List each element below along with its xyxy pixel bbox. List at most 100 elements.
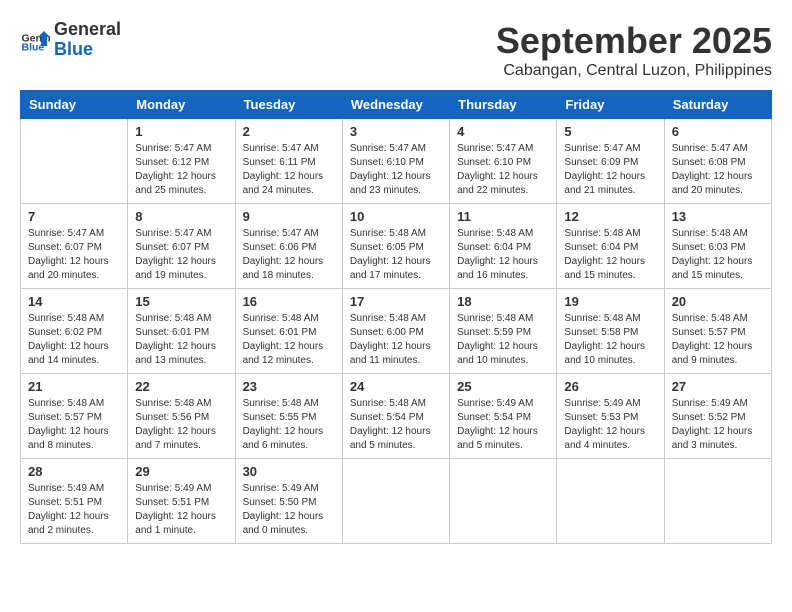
calendar-cell: 6 Sunrise: 5:47 AM Sunset: 6:08 PM Daylig… bbox=[664, 119, 771, 204]
day-content: Sunrise: 5:49 AM Sunset: 5:54 PM Dayligh… bbox=[457, 397, 549, 453]
weekday-header-saturday: Saturday bbox=[664, 91, 771, 119]
weekday-header-thursday: Thursday bbox=[450, 91, 557, 119]
calendar-week-2: 7 Sunrise: 5:47 AM Sunset: 6:07 PM Daylig… bbox=[21, 204, 772, 289]
calendar-cell bbox=[342, 459, 449, 544]
calendar-cell: 18 Sunrise: 5:48 AM Sunset: 5:59 PM Dayli… bbox=[450, 289, 557, 374]
day-number: 30 bbox=[243, 464, 335, 479]
day-number: 14 bbox=[28, 294, 120, 309]
calendar-cell: 19 Sunrise: 5:48 AM Sunset: 5:58 PM Dayli… bbox=[557, 289, 664, 374]
calendar-cell: 1Sunrise: 5:47 AM Sunset: 6:12 PM Daylig… bbox=[128, 119, 235, 204]
calendar-cell: 16 Sunrise: 5:48 AM Sunset: 6:01 PM Dayli… bbox=[235, 289, 342, 374]
calendar-week-3: 14 Sunrise: 5:48 AM Sunset: 6:02 PM Dayli… bbox=[21, 289, 772, 374]
day-number: 26 bbox=[564, 379, 656, 394]
calendar-cell: 3 Sunrise: 5:47 AM Sunset: 6:10 PM Daylig… bbox=[342, 119, 449, 204]
calendar-cell bbox=[21, 119, 128, 204]
day-content: Sunrise: 5:49 AM Sunset: 5:53 PM Dayligh… bbox=[564, 397, 656, 453]
day-number: 11 bbox=[457, 209, 549, 224]
day-number: 19 bbox=[564, 294, 656, 309]
calendar-cell: 8 Sunrise: 5:47 AM Sunset: 6:07 PM Daylig… bbox=[128, 204, 235, 289]
day-content: Sunrise: 5:48 AM Sunset: 6:02 PM Dayligh… bbox=[28, 312, 120, 368]
calendar-cell: 14 Sunrise: 5:48 AM Sunset: 6:02 PM Dayli… bbox=[21, 289, 128, 374]
calendar-cell bbox=[450, 459, 557, 544]
day-content: Sunrise: 5:47 AM Sunset: 6:08 PM Dayligh… bbox=[672, 142, 764, 198]
svg-text:Blue: Blue bbox=[22, 41, 45, 53]
calendar-cell: 11 Sunrise: 5:48 AM Sunset: 6:04 PM Dayli… bbox=[450, 204, 557, 289]
calendar-cell: 25 Sunrise: 5:49 AM Sunset: 5:54 PM Dayli… bbox=[450, 374, 557, 459]
day-content: Sunrise: 5:48 AM Sunset: 5:57 PM Dayligh… bbox=[28, 397, 120, 453]
day-content: Sunrise: 5:48 AM Sunset: 5:56 PM Dayligh… bbox=[135, 397, 227, 453]
day-content: Sunrise: 5:48 AM Sunset: 6:03 PM Dayligh… bbox=[672, 227, 764, 283]
calendar-table: SundayMondayTuesdayWednesdayThursdayFrid… bbox=[20, 90, 772, 544]
day-content: Sunrise: 5:47 AM Sunset: 6:11 PM Dayligh… bbox=[243, 142, 335, 198]
day-content: Sunrise: 5:49 AM Sunset: 5:52 PM Dayligh… bbox=[672, 397, 764, 453]
day-content: Sunrise: 5:48 AM Sunset: 5:54 PM Dayligh… bbox=[350, 397, 442, 453]
day-content: Sunrise: 5:47 AM Sunset: 6:10 PM Dayligh… bbox=[457, 142, 549, 198]
page-header: General Blue General Blue September 2025… bbox=[20, 20, 772, 80]
day-content: Sunrise: 5:48 AM Sunset: 5:55 PM Dayligh… bbox=[243, 397, 335, 453]
calendar-cell: 2Sunrise: 5:47 AM Sunset: 6:11 PM Daylig… bbox=[235, 119, 342, 204]
day-number: 8 bbox=[135, 209, 227, 224]
day-content: Sunrise: 5:49 AM Sunset: 5:51 PM Dayligh… bbox=[28, 482, 120, 538]
calendar-cell: 17Sunrise: 5:48 AM Sunset: 6:00 PM Dayli… bbox=[342, 289, 449, 374]
day-content: Sunrise: 5:47 AM Sunset: 6:07 PM Dayligh… bbox=[28, 227, 120, 283]
day-number: 6 bbox=[672, 124, 764, 139]
calendar-cell bbox=[557, 459, 664, 544]
calendar-week-4: 21 Sunrise: 5:48 AM Sunset: 5:57 PM Dayli… bbox=[21, 374, 772, 459]
calendar-cell: 15 Sunrise: 5:48 AM Sunset: 6:01 PM Dayli… bbox=[128, 289, 235, 374]
day-content: Sunrise: 5:48 AM Sunset: 5:57 PM Dayligh… bbox=[672, 312, 764, 368]
calendar-cell: 24 Sunrise: 5:48 AM Sunset: 5:54 PM Dayli… bbox=[342, 374, 449, 459]
day-content: Sunrise: 5:49 AM Sunset: 5:51 PM Dayligh… bbox=[135, 482, 227, 538]
weekday-header-monday: Monday bbox=[128, 91, 235, 119]
day-number: 16 bbox=[243, 294, 335, 309]
day-content: Sunrise: 5:47 AM Sunset: 6:09 PM Dayligh… bbox=[564, 142, 656, 198]
day-content: Sunrise: 5:47 AM Sunset: 6:06 PM Dayligh… bbox=[243, 227, 335, 283]
weekday-header-tuesday: Tuesday bbox=[235, 91, 342, 119]
day-number: 12 bbox=[564, 209, 656, 224]
day-number: 18 bbox=[457, 294, 549, 309]
logo-text: General Blue bbox=[54, 20, 121, 60]
calendar-week-5: 28 Sunrise: 5:49 AM Sunset: 5:51 PM Dayli… bbox=[21, 459, 772, 544]
day-number: 22 bbox=[135, 379, 227, 394]
calendar-cell: 4 Sunrise: 5:47 AM Sunset: 6:10 PM Daylig… bbox=[450, 119, 557, 204]
title-area: September 2025 Cabangan, Central Luzon, … bbox=[496, 20, 772, 80]
weekday-header-wednesday: Wednesday bbox=[342, 91, 449, 119]
logo: General Blue General Blue bbox=[20, 20, 121, 60]
day-number: 21 bbox=[28, 379, 120, 394]
calendar-cell: 5Sunrise: 5:47 AM Sunset: 6:09 PM Daylig… bbox=[557, 119, 664, 204]
day-number: 7 bbox=[28, 209, 120, 224]
day-number: 4 bbox=[457, 124, 549, 139]
calendar-cell: 9Sunrise: 5:47 AM Sunset: 6:06 PM Daylig… bbox=[235, 204, 342, 289]
day-content: Sunrise: 5:47 AM Sunset: 6:12 PM Dayligh… bbox=[135, 142, 227, 198]
day-number: 25 bbox=[457, 379, 549, 394]
weekday-header-friday: Friday bbox=[557, 91, 664, 119]
day-content: Sunrise: 5:48 AM Sunset: 6:04 PM Dayligh… bbox=[457, 227, 549, 283]
day-content: Sunrise: 5:48 AM Sunset: 6:01 PM Dayligh… bbox=[243, 312, 335, 368]
month-title: September 2025 bbox=[496, 20, 772, 62]
calendar-cell: 30Sunrise: 5:49 AM Sunset: 5:50 PM Dayli… bbox=[235, 459, 342, 544]
day-number: 17 bbox=[350, 294, 442, 309]
day-number: 24 bbox=[350, 379, 442, 394]
calendar-cell bbox=[664, 459, 771, 544]
day-content: Sunrise: 5:48 AM Sunset: 5:59 PM Dayligh… bbox=[457, 312, 549, 368]
calendar-cell: 10 Sunrise: 5:48 AM Sunset: 6:05 PM Dayli… bbox=[342, 204, 449, 289]
day-content: Sunrise: 5:47 AM Sunset: 6:07 PM Dayligh… bbox=[135, 227, 227, 283]
weekday-header-row: SundayMondayTuesdayWednesdayThursdayFrid… bbox=[21, 91, 772, 119]
day-number: 28 bbox=[28, 464, 120, 479]
day-number: 10 bbox=[350, 209, 442, 224]
day-number: 23 bbox=[243, 379, 335, 394]
calendar-cell: 21 Sunrise: 5:48 AM Sunset: 5:57 PM Dayli… bbox=[21, 374, 128, 459]
calendar-cell: 27Sunrise: 5:49 AM Sunset: 5:52 PM Dayli… bbox=[664, 374, 771, 459]
day-number: 13 bbox=[672, 209, 764, 224]
day-content: Sunrise: 5:47 AM Sunset: 6:10 PM Dayligh… bbox=[350, 142, 442, 198]
day-content: Sunrise: 5:48 AM Sunset: 6:04 PM Dayligh… bbox=[564, 227, 656, 283]
day-content: Sunrise: 5:48 AM Sunset: 6:01 PM Dayligh… bbox=[135, 312, 227, 368]
day-number: 29 bbox=[135, 464, 227, 479]
day-number: 3 bbox=[350, 124, 442, 139]
day-content: Sunrise: 5:48 AM Sunset: 5:58 PM Dayligh… bbox=[564, 312, 656, 368]
calendar-cell: 26 Sunrise: 5:49 AM Sunset: 5:53 PM Dayli… bbox=[557, 374, 664, 459]
logo-icon: General Blue bbox=[20, 25, 50, 55]
day-number: 15 bbox=[135, 294, 227, 309]
location-subtitle: Cabangan, Central Luzon, Philippines bbox=[496, 62, 772, 80]
calendar-cell: 20Sunrise: 5:48 AM Sunset: 5:57 PM Dayli… bbox=[664, 289, 771, 374]
day-content: Sunrise: 5:48 AM Sunset: 6:05 PM Dayligh… bbox=[350, 227, 442, 283]
